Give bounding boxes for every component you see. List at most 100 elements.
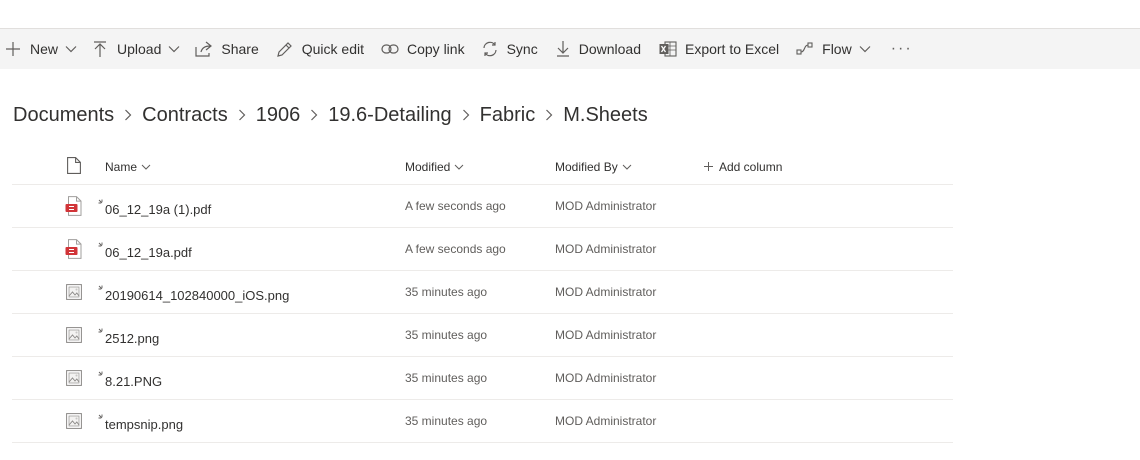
file-name-cell[interactable]: 8.21.PNG (98, 360, 163, 402)
sync-icon (481, 40, 499, 58)
file-name-cell[interactable]: 2512.png (98, 317, 159, 359)
pdf-file-icon (64, 228, 84, 270)
upload-arrow-icon (93, 40, 107, 58)
modified-by-name[interactable]: MOD Administrator (555, 285, 656, 299)
quick-edit-button[interactable]: Quick edit (276, 29, 364, 69)
breadcrumb-contracts[interactable]: Contracts (142, 104, 228, 127)
table-row[interactable]: 8.21.PNG 35 minutes ago MOD Administrator (12, 357, 953, 400)
modified-cell: 35 minutes ago (405, 328, 488, 342)
table-row[interactable]: tempsnip.png 35 minutes ago MOD Administra… (12, 400, 953, 443)
file-name-cell[interactable]: 06_12_19a (1).pdf (98, 188, 212, 230)
chevron-right-icon (124, 109, 132, 121)
file-name-cell[interactable]: 06_12_19a.pdf (98, 231, 192, 273)
add-column-label: Add column (719, 159, 783, 174)
breadcrumb-documents[interactable]: Documents (13, 104, 114, 127)
table-row[interactable]: 06_12_19a (1).pdf A few seconds ago MOD Ad… (12, 185, 953, 228)
pencil-icon (276, 40, 294, 58)
chevron-down-icon (168, 45, 180, 53)
modified-column-header[interactable]: Modified (405, 149, 464, 184)
download-button[interactable]: Download (556, 29, 641, 69)
image-file-icon (64, 357, 84, 399)
chevron-down-icon (141, 164, 151, 170)
modified-by-cell: MOD Administrator (555, 228, 656, 270)
file-name-link[interactable]: 06_12_19a (1).pdf (98, 199, 212, 217)
modified-column-label: Modified (405, 159, 451, 174)
file-name: 20190614_102840000_iOS.png (105, 287, 290, 303)
export-to-excel-label: Export to Excel (684, 41, 780, 57)
breadcrumb: Documents Contracts 1906 19.6-Detailing … (13, 100, 648, 130)
more-options-button[interactable]: ··· (891, 29, 913, 69)
sync-button[interactable]: Sync (481, 29, 538, 69)
image-file-icon (64, 271, 84, 313)
export-to-excel-button[interactable]: Export to Excel (659, 29, 779, 69)
modified-cell: A few seconds ago (405, 242, 506, 256)
modified-cell: 35 minutes ago (405, 371, 488, 385)
file-type-column-header[interactable] (64, 149, 84, 184)
modified-by-cell: MOD Administrator (555, 314, 656, 356)
modified-by-cell: MOD Administrator (555, 357, 656, 399)
breadcrumb-current-folder: M.Sheets (563, 103, 648, 126)
file-name: tempsnip.png (105, 416, 184, 432)
upload-button[interactable]: Upload (93, 29, 180, 69)
sync-label: Sync (506, 41, 538, 57)
table-row[interactable]: 06_12_19a.pdf A few seconds ago MOD Admini… (12, 228, 953, 271)
breadcrumb-1906[interactable]: 1906 (256, 104, 301, 127)
command-bar: New Upload Share Quick edit Copy link Sy… (0, 29, 1140, 69)
table-row[interactable]: 2512.png 35 minutes ago MOD Administrator (12, 314, 953, 357)
modified-by-column-header[interactable]: Modified By (555, 149, 632, 184)
copy-link-button[interactable]: Copy link (381, 29, 465, 69)
chevron-right-icon (462, 109, 470, 121)
image-file-icon (64, 314, 84, 356)
document-icon (67, 156, 81, 177)
new-button[interactable]: New (6, 29, 77, 69)
modified-by-cell: MOD Administrator (555, 271, 656, 313)
file-name: 06_12_19a (1).pdf (105, 201, 212, 217)
file-name-link[interactable]: tempsnip.png (98, 414, 184, 432)
excel-icon (659, 40, 677, 58)
more-ellipsis-icon: ··· (890, 40, 913, 57)
file-name-link[interactable]: 20190614_102840000_iOS.png (98, 285, 290, 303)
modified-by-name[interactable]: MOD Administrator (555, 242, 656, 256)
breadcrumb-fabric[interactable]: Fabric (480, 104, 536, 127)
modified-cell: 35 minutes ago (405, 414, 488, 428)
breadcrumb-19-6-detailing[interactable]: 19.6-Detailing (328, 104, 451, 127)
modified-cell: A few seconds ago (405, 199, 506, 213)
file-name-link[interactable]: 8.21.PNG (98, 371, 163, 389)
share-button[interactable]: Share (195, 29, 259, 69)
modified-by-cell: MOD Administrator (555, 185, 656, 227)
chevron-down-icon (65, 45, 77, 53)
plus-icon (704, 162, 713, 171)
copy-link-label: Copy link (407, 41, 465, 57)
file-name-link[interactable]: 06_12_19a.pdf (98, 242, 192, 260)
share-icon (195, 40, 213, 58)
image-file-icon (64, 400, 84, 442)
modified-by-column-label: Modified By (555, 159, 618, 174)
flow-button[interactable]: Flow (796, 29, 871, 69)
pdf-file-icon (64, 185, 84, 227)
modified-cell: 35 minutes ago (405, 285, 488, 299)
file-name: 06_12_19a.pdf (105, 244, 192, 260)
modified-by-name[interactable]: MOD Administrator (555, 328, 656, 342)
add-column-button[interactable]: Add column (704, 149, 782, 184)
list-body: 06_12_19a (1).pdf A few seconds ago MOD Ad… (12, 185, 953, 443)
download-label: Download (578, 41, 641, 57)
flow-icon (796, 40, 814, 58)
new-label: New (30, 41, 59, 57)
file-name: 8.21.PNG (105, 373, 163, 389)
quick-edit-label: Quick edit (301, 41, 364, 57)
chevron-right-icon (238, 109, 246, 121)
chevron-right-icon (545, 109, 553, 121)
table-row[interactable]: 20190614_102840000_iOS.png 35 minutes ago… (12, 271, 953, 314)
upload-label: Upload (117, 41, 162, 57)
modified-by-name[interactable]: MOD Administrator (555, 371, 656, 385)
file-name-link[interactable]: 2512.png (98, 328, 159, 346)
document-list: Name Modified Modified By Add column 06_… (12, 149, 953, 443)
modified-by-cell: MOD Administrator (555, 400, 656, 442)
name-column-header[interactable]: Name (105, 149, 151, 184)
modified-by-name[interactable]: MOD Administrator (555, 414, 656, 428)
file-name-cell[interactable]: 20190614_102840000_iOS.png (98, 274, 290, 316)
download-arrow-icon (556, 40, 570, 58)
chevron-down-icon (454, 164, 464, 170)
modified-by-name[interactable]: MOD Administrator (555, 199, 656, 213)
file-name-cell[interactable]: tempsnip.png (98, 403, 184, 445)
